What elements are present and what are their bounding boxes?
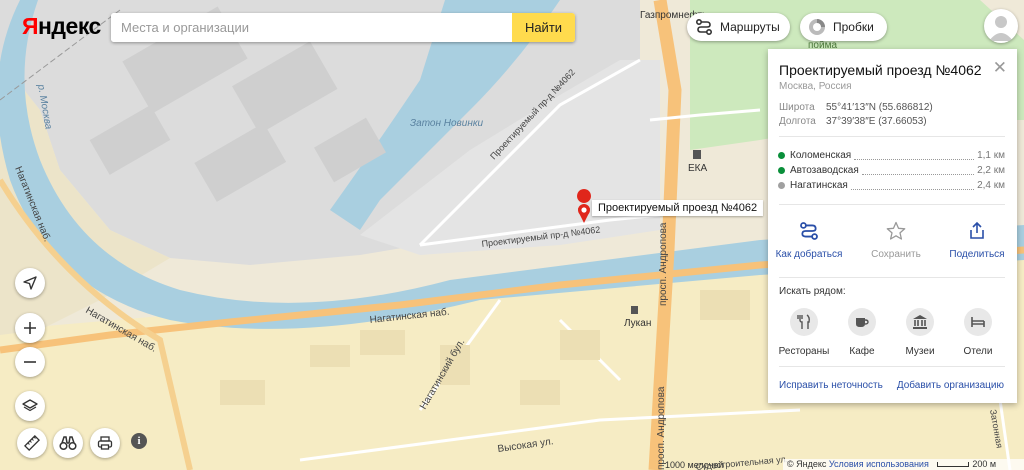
metro-item[interactable]: Автозаводская 2,2 км (778, 163, 1005, 178)
add-org-link[interactable]: Добавить организацию (897, 380, 1004, 391)
card-title: Проектируемый проезд №4062 (779, 62, 982, 78)
geolocation-button[interactable] (15, 268, 45, 298)
ruler-icon (24, 435, 40, 451)
yandex-logo[interactable]: Яндекс (22, 13, 101, 40)
cup-icon (848, 308, 876, 336)
nearby-restaurants-button[interactable]: Рестораны (774, 308, 834, 357)
plus-icon (24, 322, 36, 334)
copyright-text: © Яндекс (787, 459, 827, 469)
scale-label: 200 м (972, 459, 997, 469)
traffic-button[interactable]: Пробки (800, 13, 887, 41)
layers-icon (22, 399, 38, 412)
nearby-cafe-button[interactable]: Кафе (832, 308, 892, 357)
info-icon[interactable]: i (131, 433, 147, 449)
panorama-button[interactable] (53, 428, 83, 458)
metro-icon (778, 152, 785, 159)
metro-item[interactable]: Коломенская 1,1 км (778, 148, 1005, 163)
metro-item[interactable]: Нагатинская 2,4 км (778, 178, 1005, 193)
zoom-out-button[interactable] (15, 347, 45, 377)
fuel-icon[interactable] (693, 150, 701, 159)
share-button[interactable]: Поделиться (941, 219, 1013, 260)
metro-icon (778, 182, 785, 189)
label-zaton: Затон Новинки (410, 118, 484, 129)
coordinates: Широта 55°41′13″N (55.686812) Долгота 37°3… (779, 101, 933, 129)
layers-button[interactable] (15, 391, 45, 421)
divider (779, 277, 1005, 278)
ruler-button[interactable] (17, 428, 47, 458)
printer-icon (97, 436, 113, 450)
place-card: ✕ Проектируемый проезд №4062 Москва, Рос… (768, 49, 1017, 403)
card-subtitle: Москва, Россия (779, 81, 852, 92)
pin-label[interactable]: Проектируемый проезд №4062 (592, 200, 764, 216)
copyright-bar: © Яндекс Условия использования 200 м (783, 459, 1024, 470)
metro-list: Коломенская 1,1 км Автозаводская 2,2 км На… (778, 148, 1005, 193)
star-icon (860, 219, 932, 243)
close-icon[interactable]: ✕ (993, 59, 1007, 76)
nearby-museums-button[interactable]: Музеи (890, 308, 950, 357)
navigation-arrow-icon (23, 276, 37, 290)
museum-icon (906, 308, 934, 336)
route-icon (773, 219, 845, 243)
divider (779, 366, 1005, 367)
zoom-in-button[interactable] (15, 313, 45, 343)
fix-link[interactable]: Исправить неточность (779, 380, 883, 391)
user-icon (989, 16, 1013, 41)
route-button[interactable]: Как добраться (773, 219, 845, 260)
label-eka: ЕКА (688, 163, 707, 174)
latitude-value[interactable]: 55°41′13″N (55.686812) (826, 102, 933, 113)
scale-bar (937, 462, 970, 467)
nearby-title: Искать рядом: (779, 286, 846, 297)
shop-icon[interactable] (631, 306, 638, 314)
minus-icon (24, 361, 36, 363)
label-lukan: Лукан (624, 318, 651, 329)
user-avatar[interactable] (984, 9, 1018, 43)
search-button[interactable]: Найти (512, 13, 575, 42)
latitude-label: Широта (779, 102, 815, 113)
metro-icon (778, 167, 785, 174)
share-icon (941, 219, 1013, 243)
routes-button[interactable]: Маршруты (687, 13, 790, 41)
routes-label: Маршруты (720, 20, 780, 34)
longitude-value[interactable]: 37°39′38″E (37.66053) (826, 116, 927, 127)
search-bar: Найти (111, 13, 575, 42)
label-andropova-upper: просп. Андропова (658, 222, 669, 306)
divider (779, 136, 1005, 137)
search-input[interactable] (111, 13, 512, 42)
route-icon (695, 19, 713, 35)
label-andropova-lower: просп. Андропова (656, 386, 667, 470)
longitude-label: Долгота (779, 116, 816, 127)
divider (779, 204, 1005, 205)
traffic-label: Пробки (833, 20, 874, 34)
print-button[interactable] (90, 428, 120, 458)
bed-icon (964, 308, 992, 336)
terms-link[interactable]: Условия использования (829, 459, 929, 469)
save-button[interactable]: Сохранить (860, 219, 932, 260)
traffic-icon (808, 18, 826, 36)
binoculars-icon (59, 436, 77, 451)
fork-knife-icon (790, 308, 818, 336)
nearby-hotels-button[interactable]: Отели (948, 308, 1008, 357)
card-actions: Как добраться Сохранить Поделиться (768, 219, 1017, 269)
